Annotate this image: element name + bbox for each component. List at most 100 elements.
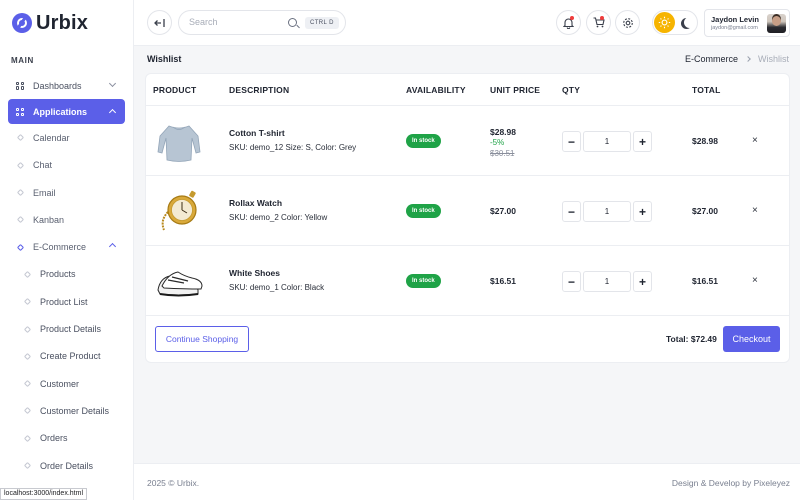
sidebar-item-label: Customer	[40, 378, 80, 389]
logo-icon	[12, 13, 32, 33]
bullet-icon	[16, 134, 25, 142]
sidebar-item-label: E-Commerce	[33, 242, 87, 253]
search-shortcut-badge: CTRL D	[305, 17, 339, 29]
sidebar-item-label: Create Product	[40, 351, 101, 362]
sidebar-item-product-list[interactable]: Product List	[0, 288, 133, 315]
cart-dot	[600, 16, 604, 20]
sidebar-item-products[interactable]: Products	[0, 261, 133, 288]
sidebar-item-label: Calendar	[33, 132, 70, 143]
search-input[interactable]	[189, 17, 279, 27]
user-email: jaydon@gmail.com	[711, 25, 758, 31]
tshirt-image	[157, 125, 201, 162]
sidebar-item-applications[interactable]: Applications	[8, 99, 125, 125]
settings-button[interactable]	[615, 10, 640, 35]
remove-item-button[interactable]: ×	[752, 135, 758, 146]
product-description: SKU: demo_1 Color: Black	[229, 283, 325, 292]
column-header-unit-price: UNIT PRICE	[490, 85, 541, 95]
column-header-availability: AVAILABILITY	[406, 85, 466, 95]
user-profile[interactable]: Jaydon Levin jaydon@gmail.com	[704, 9, 790, 37]
unit-price: $27.00	[490, 206, 516, 216]
sidebar-item-label: Products	[40, 269, 76, 280]
sidebar-item-create-product[interactable]: Create Product	[0, 343, 133, 370]
unit-price: $16.51	[490, 276, 516, 286]
wishlist-card: PRODUCT DESCRIPTION AVAILABILITY UNIT PR…	[146, 74, 789, 362]
decrease-qty-button[interactable]: −	[562, 131, 581, 152]
sidebar-item-label: Customer Details	[40, 405, 110, 416]
sidebar-item-label: Orders	[40, 433, 68, 444]
sidebar-item-chat[interactable]: Chat	[0, 152, 133, 179]
chevron-down-icon	[108, 79, 117, 88]
decrease-qty-button[interactable]: −	[562, 271, 581, 292]
sidebar-item-label: Product List	[40, 296, 88, 307]
bullet-icon	[23, 407, 32, 415]
row-total: $28.98	[692, 136, 718, 146]
remove-item-button[interactable]: ×	[752, 275, 758, 286]
product-name[interactable]: White Shoes	[229, 268, 280, 278]
quantity-input[interactable]	[583, 271, 631, 292]
sidebar-item-customer-details[interactable]: Customer Details	[0, 397, 133, 424]
status-badge: In stock	[406, 274, 441, 288]
discount-label: -5%	[490, 138, 505, 147]
chevron-right-icon	[745, 56, 751, 62]
sidebar-item-email[interactable]: Email	[0, 179, 133, 206]
quantity-stepper: − +	[562, 271, 652, 292]
remove-item-button[interactable]: ×	[752, 205, 758, 216]
bullet-icon	[16, 188, 25, 197]
row-total: $16.51	[692, 276, 718, 286]
quantity-input[interactable]	[583, 201, 631, 222]
sidebar-item-ecommerce[interactable]: E-Commerce	[0, 233, 133, 260]
table-row: Rollax Watch SKU: demo_2 Color: Yellow I…	[146, 176, 789, 246]
sidebar-item-order-details[interactable]: Order Details	[0, 452, 133, 479]
top-header: CTRL D Jaydon Levin jaydon@gmail	[134, 0, 800, 46]
gear-icon	[622, 17, 633, 28]
unit-price: $28.98	[490, 127, 516, 137]
shoes-image	[157, 271, 203, 297]
chevron-up-icon	[108, 109, 117, 117]
page-title: Wishlist	[147, 54, 182, 64]
sidebar-item-orders[interactable]: Orders	[0, 425, 133, 452]
page-footer: 2025 © Urbix. Design & Develop by Pixele…	[134, 463, 800, 500]
breadcrumb-link[interactable]: E-Commerce	[685, 54, 738, 64]
sidebar-toggle-button[interactable]	[147, 10, 172, 35]
cart-summary: Continue Shopping Total: $72.49 Checkout	[146, 316, 789, 362]
product-name[interactable]: Cotton T-shirt	[229, 128, 285, 138]
column-header-total: TOTAL	[692, 85, 721, 95]
bullet-icon	[23, 298, 32, 306]
checkout-button[interactable]: Checkout	[723, 326, 780, 352]
column-header-qty: QTY	[562, 85, 581, 95]
bullet-icon	[23, 461, 32, 470]
sidebar-item-product-details[interactable]: Product Details	[0, 315, 133, 342]
bullet-icon	[23, 434, 32, 442]
search-box: CTRL D	[178, 10, 346, 35]
bullet-icon	[16, 243, 25, 251]
sidebar-item-customer[interactable]: Customer	[0, 370, 133, 397]
notification-dot	[570, 16, 574, 20]
original-price: $30.51	[490, 149, 515, 158]
sidebar-item-kanban[interactable]: Kanban	[0, 206, 133, 233]
chevron-up-icon	[108, 243, 117, 251]
quantity-input[interactable]	[583, 131, 631, 152]
sidebar-item-label: Chat	[33, 160, 53, 171]
bullet-icon	[16, 216, 25, 224]
logo[interactable]: Urbix	[0, 0, 133, 46]
apps-icon	[16, 107, 24, 116]
status-badge: In stock	[406, 204, 441, 218]
menu-section-title: MAIN	[11, 56, 34, 65]
product-description: SKU: demo_2 Color: Yellow	[229, 213, 328, 222]
theme-toggle[interactable]	[652, 10, 698, 35]
sidebar-item-calendar[interactable]: Calendar	[0, 124, 133, 151]
collapse-icon	[154, 18, 165, 27]
sun-glyph	[658, 16, 671, 29]
increase-qty-button[interactable]: +	[633, 271, 652, 292]
notifications-button[interactable]	[556, 10, 581, 35]
sun-icon[interactable]	[654, 12, 675, 33]
search-icon[interactable]	[288, 18, 297, 27]
increase-qty-button[interactable]: +	[633, 201, 652, 222]
continue-shopping-button[interactable]: Continue Shopping	[155, 326, 249, 352]
sidebar-item-dashboards[interactable]: Dashboards	[0, 72, 133, 99]
increase-qty-button[interactable]: +	[633, 131, 652, 152]
moon-icon[interactable]	[684, 17, 695, 28]
product-name[interactable]: Rollax Watch	[229, 198, 282, 208]
decrease-qty-button[interactable]: −	[562, 201, 581, 222]
cart-button[interactable]	[586, 10, 611, 35]
